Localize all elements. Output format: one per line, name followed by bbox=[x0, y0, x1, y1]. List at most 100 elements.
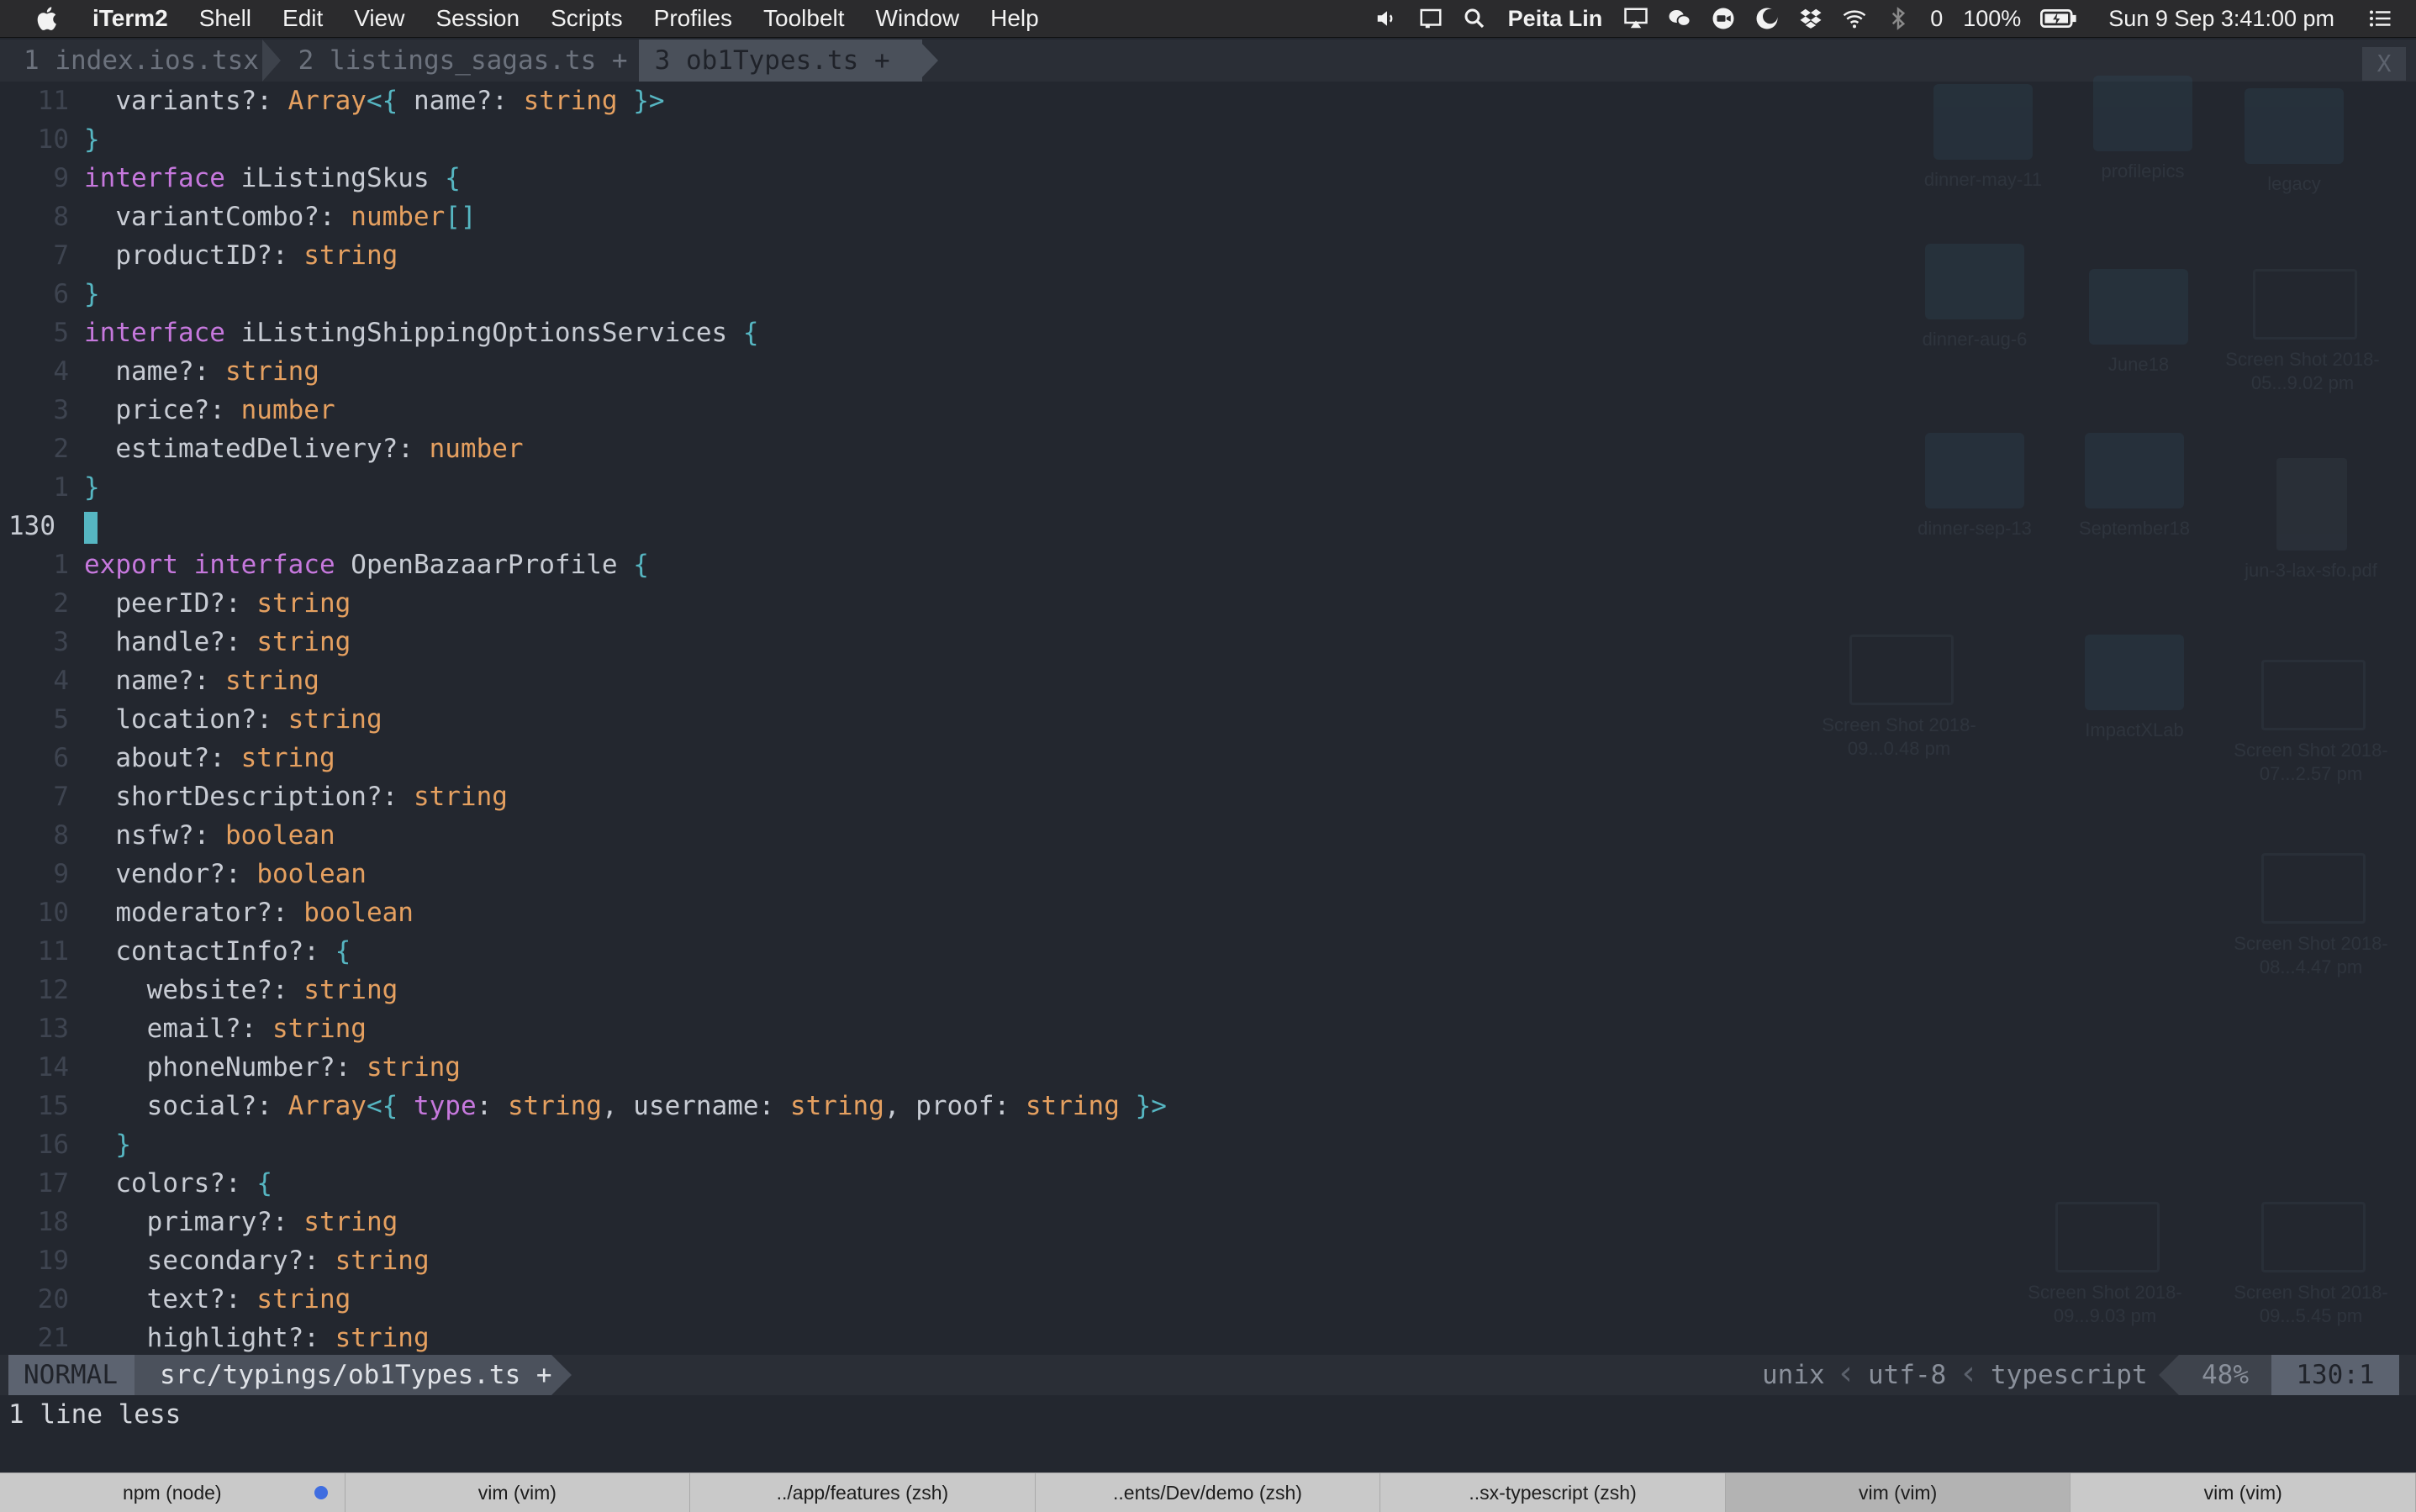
menu-toolbelt[interactable]: Toolbelt bbox=[763, 5, 845, 32]
apple-icon[interactable] bbox=[34, 4, 62, 33]
line-code[interactable]: phoneNumber?: string bbox=[84, 1048, 461, 1087]
search-icon[interactable] bbox=[1462, 6, 1487, 31]
line-code[interactable]: social?: Array<{ type: string, username:… bbox=[84, 1087, 1167, 1125]
iterm-tab[interactable]: vim (vim) bbox=[2070, 1473, 2416, 1512]
code-line[interactable]: 3 price?: number bbox=[0, 391, 2416, 429]
moon-icon[interactable] bbox=[1754, 6, 1780, 31]
code-line[interactable]: 15 social?: Array<{ type: string, userna… bbox=[0, 1087, 2416, 1125]
volume-icon[interactable] bbox=[1374, 6, 1400, 31]
code-line[interactable]: 21 highlight?: string bbox=[0, 1319, 2416, 1357]
line-code[interactable]: } bbox=[84, 120, 100, 159]
code-line[interactable]: 1} bbox=[0, 468, 2416, 507]
dropbox-icon[interactable] bbox=[1798, 6, 1823, 31]
code-line[interactable]: 6 about?: string bbox=[0, 739, 2416, 777]
line-code[interactable]: name?: string bbox=[84, 661, 319, 700]
code-line[interactable]: 16 } bbox=[0, 1125, 2416, 1164]
code-line[interactable]: 18 primary?: string bbox=[0, 1203, 2416, 1241]
menu-shell[interactable]: Shell bbox=[199, 5, 251, 32]
menu-session[interactable]: Session bbox=[435, 5, 520, 32]
code-line[interactable]: 9 interface iListingSkus { bbox=[0, 159, 2416, 198]
code-line-current[interactable]: 130 bbox=[0, 507, 2416, 545]
airplay-icon[interactable] bbox=[1623, 6, 1648, 31]
line-code[interactable]: estimatedDelivery?: number bbox=[84, 429, 523, 468]
code-line[interactable]: 8 nsfw?: boolean bbox=[0, 816, 2416, 855]
code-line[interactable]: 8 variantCombo?: number[] bbox=[0, 198, 2416, 236]
iterm-tab[interactable]: vim (vim) bbox=[346, 1473, 691, 1512]
user-name[interactable]: Peita Lin bbox=[1508, 6, 1603, 32]
code-line[interactable]: 11 contactInfo?: { bbox=[0, 932, 2416, 971]
zoom-icon[interactable] bbox=[1711, 6, 1736, 31]
line-code[interactable] bbox=[84, 507, 98, 545]
line-code[interactable]: variantCombo?: number[] bbox=[84, 198, 476, 236]
code-line[interactable]: 17 colors?: { bbox=[0, 1164, 2416, 1203]
line-code[interactable]: productID?: string bbox=[84, 236, 398, 275]
code-line[interactable]: 12 website?: string bbox=[0, 971, 2416, 1009]
vim-tab-index-ios[interactable]: 1 index.ios.tsx bbox=[24, 40, 275, 82]
line-code[interactable]: vendor?: boolean bbox=[84, 855, 367, 893]
menu-window[interactable]: Window bbox=[876, 5, 960, 32]
menu-scripts[interactable]: Scripts bbox=[551, 5, 623, 32]
battery-percent[interactable]: 100% bbox=[1963, 6, 2021, 32]
code-line[interactable]: 7 productID?: string bbox=[0, 236, 2416, 275]
line-code[interactable]: } bbox=[84, 468, 100, 507]
code-line[interactable]: 6} bbox=[0, 275, 2416, 313]
line-code[interactable]: export interface OpenBazaarProfile { bbox=[84, 545, 649, 584]
code-line[interactable]: 11 variants?: Array<{ name?: string }> bbox=[0, 82, 2416, 120]
code-line[interactable]: 2 estimatedDelivery?: number bbox=[0, 429, 2416, 468]
line-code[interactable]: website?: string bbox=[84, 971, 398, 1009]
menu-help[interactable]: Help bbox=[990, 5, 1039, 32]
menu-profiles[interactable]: Profiles bbox=[654, 5, 732, 32]
code-editor[interactable]: 11 variants?: Array<{ name?: string }> 10… bbox=[0, 82, 2416, 1353]
bluetooth-icon[interactable] bbox=[1886, 6, 1911, 31]
code-line[interactable]: 3 handle?: string bbox=[0, 623, 2416, 661]
line-code[interactable]: moderator?: boolean bbox=[84, 893, 414, 932]
line-code[interactable]: nsfw?: boolean bbox=[84, 816, 335, 855]
clock[interactable]: Sun 9 Sep 3:41:00 pm bbox=[2108, 6, 2334, 32]
line-code[interactable]: } bbox=[84, 275, 100, 313]
code-line[interactable]: 9 vendor?: boolean bbox=[0, 855, 2416, 893]
wifi-icon[interactable] bbox=[1842, 6, 1867, 31]
line-code[interactable]: } bbox=[84, 1125, 131, 1164]
line-code[interactable]: highlight?: string bbox=[84, 1319, 430, 1357]
iterm-tab[interactable]: npm (node) bbox=[0, 1473, 346, 1512]
line-code[interactable]: colors?: { bbox=[84, 1164, 272, 1203]
line-code[interactable]: price?: number bbox=[84, 391, 335, 429]
code-line[interactable]: 10} bbox=[0, 120, 2416, 159]
cast-icon[interactable] bbox=[1418, 6, 1443, 31]
code-line[interactable]: 2 peerID?: string bbox=[0, 584, 2416, 623]
iterm-tab[interactable]: ..ents/Dev/demo (zsh) bbox=[1036, 1473, 1381, 1512]
code-line[interactable]: 4 name?: string bbox=[0, 661, 2416, 700]
line-code[interactable]: about?: string bbox=[84, 739, 335, 777]
code-line[interactable]: 5 location?: string bbox=[0, 700, 2416, 739]
battery-icon[interactable] bbox=[2040, 6, 2077, 31]
line-code[interactable]: text?: string bbox=[84, 1280, 351, 1319]
line-code[interactable]: email?: string bbox=[84, 1009, 367, 1048]
notification-count[interactable]: 0 bbox=[1930, 6, 1943, 32]
code-line[interactable]: 10 moderator?: boolean bbox=[0, 893, 2416, 932]
line-code[interactable]: interface iListingShippingOptionsService… bbox=[84, 313, 759, 352]
line-code[interactable]: handle?: string bbox=[84, 623, 351, 661]
line-code[interactable]: primary?: string bbox=[84, 1203, 398, 1241]
iterm-tab[interactable]: vim (vim) bbox=[1725, 1473, 2071, 1512]
line-code[interactable]: variants?: Array<{ name?: string }> bbox=[84, 82, 664, 120]
code-line[interactable]: 13 email?: string bbox=[0, 1009, 2416, 1048]
code-line[interactable]: 1 export interface OpenBazaarProfile { bbox=[0, 545, 2416, 584]
line-code[interactable]: location?: string bbox=[84, 700, 382, 739]
code-line[interactable]: 4 name?: string bbox=[0, 352, 2416, 391]
line-code[interactable]: interface iListingSkus { bbox=[84, 159, 461, 198]
code-line[interactable]: 5 interface iListingShippingOptionsServic… bbox=[0, 313, 2416, 352]
menu-app-name[interactable]: iTerm2 bbox=[92, 5, 168, 32]
menu-edit[interactable]: Edit bbox=[282, 5, 323, 32]
line-code[interactable]: shortDescription?: string bbox=[84, 777, 508, 816]
iterm-tab[interactable]: ..sx-typescript (zsh) bbox=[1380, 1473, 1726, 1512]
iterm-tab[interactable]: ../app/features (zsh) bbox=[690, 1473, 1036, 1512]
wechat-icon[interactable] bbox=[1667, 6, 1692, 31]
code-line[interactable]: 14 phoneNumber?: string bbox=[0, 1048, 2416, 1087]
line-code[interactable]: peerID?: string bbox=[84, 584, 351, 623]
vim-tab-ob1types[interactable]: 3 ob1Types.ts + bbox=[639, 40, 923, 82]
vim-tab-listings-sagas[interactable]: 2 listings_sagas.ts + bbox=[282, 40, 643, 82]
line-code[interactable]: secondary?: string bbox=[84, 1241, 430, 1280]
close-tab-button[interactable]: X bbox=[2362, 47, 2406, 81]
code-line[interactable]: 19 secondary?: string bbox=[0, 1241, 2416, 1280]
line-code[interactable]: name?: string bbox=[84, 352, 319, 391]
